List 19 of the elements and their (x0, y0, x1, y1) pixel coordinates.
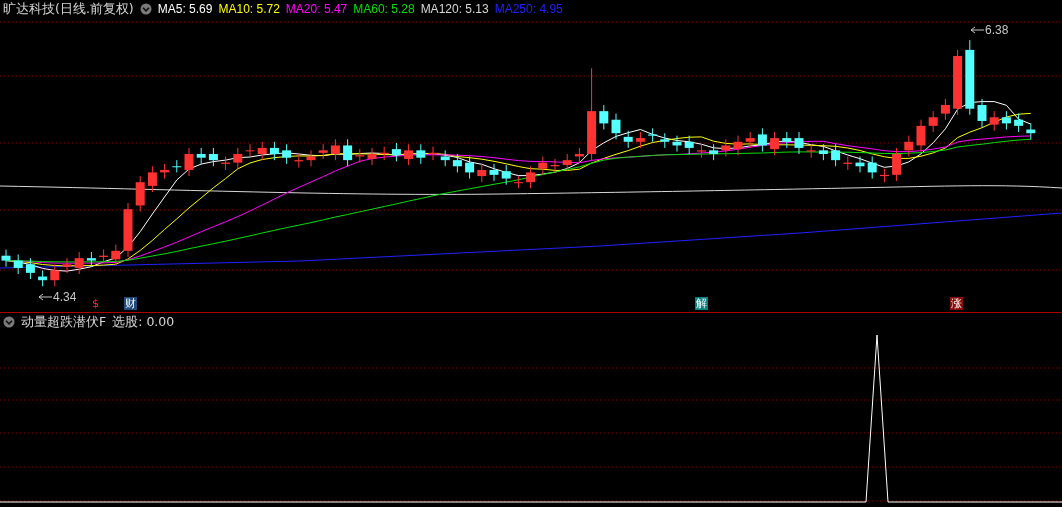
dropdown-caret-icon[interactable] (139, 3, 152, 15)
low-price-label: 4.34 (53, 290, 77, 304)
moving-average-reading: MA60: 5.28 (353, 2, 415, 16)
indicator-title: 动量超跌潜伏F (21, 313, 107, 331)
event-marker[interactable]: $ (91, 297, 100, 310)
moving-average-reading: MA5: 5.69 (157, 2, 213, 16)
indicator-reading: 选股: 0.00 (112, 313, 175, 331)
high-price-label: 6.38 (985, 23, 1009, 37)
event-marker[interactable]: 解 (695, 297, 708, 310)
dropdown-caret-icon[interactable] (3, 316, 15, 328)
left-arrow-icon (970, 26, 984, 34)
moving-average-reading: MA20: 5.47 (285, 2, 348, 16)
moving-average-reading: MA10: 5.72 (218, 2, 280, 16)
event-marker[interactable]: 财 (124, 297, 137, 310)
chart-title: 旷达科技(日线.前复权) (3, 0, 134, 18)
event-marker[interactable]: 涨 (950, 297, 963, 310)
moving-average-reading: MA250: 4.95 (494, 2, 563, 16)
left-arrow-icon (38, 293, 52, 301)
moving-average-reading: MA120: 5.13 (420, 2, 489, 16)
